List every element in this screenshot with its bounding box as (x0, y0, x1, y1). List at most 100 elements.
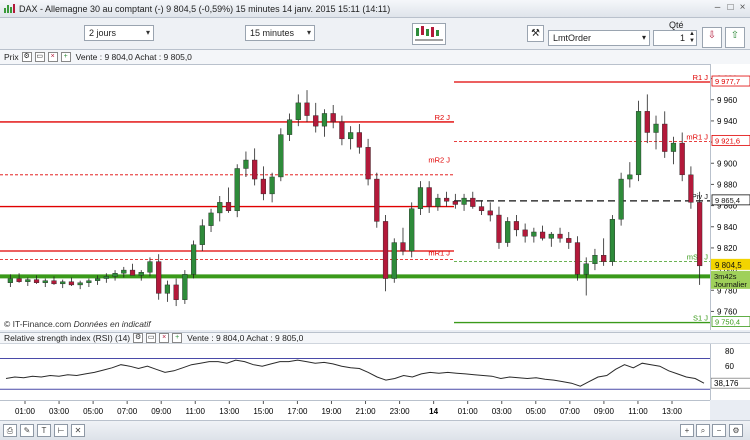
price-tick-label: 9 820 (717, 244, 738, 253)
rsi-panel-quote: Vente : 9 804,0 Achat : 9 805,0 (187, 333, 304, 343)
candle-body (86, 280, 92, 283)
candle-body (234, 168, 240, 212)
wrench-icon[interactable]: ⚒ (527, 25, 544, 42)
chart-type-button[interactable] (412, 23, 446, 45)
add-indicator-icon[interactable]: + (172, 333, 183, 343)
candle-body (164, 284, 171, 294)
candle-body (68, 281, 75, 286)
add-indicator-icon[interactable]: + (60, 52, 71, 62)
period-select-value: 2 jours (89, 28, 117, 38)
spin-arrows-icon[interactable]: ▲ ▼ (689, 31, 695, 45)
candle-body (77, 282, 83, 286)
period-select[interactable]: 2 jours ▾ (84, 25, 154, 41)
candle-body (7, 278, 13, 283)
candle-body (557, 233, 563, 239)
candle-body (522, 229, 528, 237)
data-credit: © IT-Finance.com Données en indicatif (4, 319, 151, 329)
candle-body (190, 244, 197, 275)
close-panel-icon[interactable]: × (47, 52, 58, 62)
time-axis-svg: 01:00 03:00 05:00 07:00 09:00 11:00 13:00 15:00… (15, 401, 683, 416)
close-icon[interactable]: × (737, 3, 748, 14)
candle-body (670, 142, 677, 152)
ruler-icon[interactable]: ⊢ (54, 424, 68, 437)
candle-body (583, 263, 589, 275)
price-chart[interactable]: R2 JmR2 JmR1 J R1 JmR1 J Piv JmS1 J S1 J (0, 64, 710, 330)
candle-body (129, 269, 136, 276)
candle-body (33, 279, 40, 283)
level-label: S1 J (693, 314, 708, 323)
candle-body (470, 197, 476, 207)
price-panel-label: Prix (4, 52, 19, 62)
minimize-icon[interactable]: – (712, 3, 723, 14)
settings-icon[interactable]: ⚙ (729, 424, 743, 437)
buy-button[interactable]: ⇧ (725, 27, 745, 48)
time-tick-label: 09:00 (594, 407, 615, 416)
time-tick-label: 11:00 (186, 407, 206, 416)
sell-button[interactable]: ⇩ (702, 27, 722, 48)
candle-body (60, 281, 66, 285)
time-tick-label: 03:00 (49, 407, 70, 416)
interval-select-value: 15 minutes (250, 28, 295, 38)
candle-body (496, 214, 502, 243)
time-tick-label: 01:00 (458, 407, 479, 416)
candle-body (688, 174, 694, 203)
zoom-out-icon[interactable]: − (712, 424, 726, 437)
price-tick-label: 9 760 (717, 307, 738, 316)
zoom-in-icon[interactable]: + (680, 424, 694, 437)
draw-tool-icon[interactable]: ✎ (20, 424, 34, 437)
rsi-value-label: 38,176 (714, 379, 739, 388)
candle-body (42, 280, 48, 283)
order-type-select[interactable]: LmtOrder ▾ (548, 30, 650, 46)
bottom-toolbar: ⎙ ✎ T ⊢ ✕ + ⌕ − ⚙ (0, 420, 750, 440)
candle-body (95, 278, 101, 281)
candle-body (339, 121, 345, 140)
text-tool-icon[interactable]: T (37, 424, 51, 437)
window-titlebar: DAX - Allemagne 30 au comptant (-) 9 804… (0, 0, 750, 18)
interval-select[interactable]: 15 minutes ▾ (245, 25, 315, 41)
level-value-label: 9 750,4 (715, 318, 740, 327)
rsi-chart[interactable] (0, 344, 710, 400)
candle-body (635, 111, 642, 176)
candle-body (25, 279, 31, 282)
rsi-axis: 80604038,176 (710, 344, 750, 400)
candle-body (286, 119, 293, 135)
candle-body (365, 147, 371, 180)
magnifier-icon[interactable]: ⌕ (696, 424, 710, 437)
time-tick-label: 09:00 (151, 407, 172, 416)
trash-icon[interactable]: ✕ (71, 424, 85, 437)
candle-body (548, 233, 554, 239)
time-tick-label: 05:00 (83, 407, 104, 416)
candle-body (461, 197, 467, 205)
candle-body (531, 231, 537, 237)
price-panel-header: Prix ⚙ ▭ × + Vente : 9 804,0 Achat : 9 8… (0, 50, 750, 64)
candle-body (566, 238, 572, 243)
candle-body (321, 113, 328, 127)
candle-body (243, 159, 249, 169)
candle-body (618, 178, 624, 220)
candle-body (374, 178, 380, 222)
candle-body (173, 284, 179, 300)
time-tick-label: 14 (429, 407, 438, 416)
candle-body (679, 142, 685, 176)
candle-body (278, 134, 284, 178)
quantity-stepper[interactable]: 1 ▲ ▼ (653, 30, 697, 46)
print-icon[interactable]: ⎙ (3, 424, 17, 437)
screen-icon[interactable]: ▭ (34, 52, 45, 62)
time-tick-label: 03:00 (492, 407, 513, 416)
close-panel-icon[interactable]: × (159, 333, 170, 343)
maximize-icon[interactable]: □ (725, 3, 736, 14)
candle-body (313, 115, 319, 127)
time-tick-label: 13:00 (219, 407, 240, 416)
settings-icon[interactable]: ⚙ (133, 333, 144, 343)
level-value-label: 9 921,6 (715, 136, 740, 145)
settings-icon[interactable]: ⚙ (21, 52, 32, 62)
screen-icon[interactable]: ▭ (146, 333, 157, 343)
candle-body (156, 261, 162, 294)
timeframe-label: Journalier (714, 280, 747, 289)
level-label: R2 J (435, 113, 451, 122)
candle-body (653, 123, 659, 133)
time-tick-label: 07:00 (117, 407, 138, 416)
candle-body (51, 280, 57, 285)
rsi-panel-label: Relative strength index (RSI) (14) (4, 333, 131, 343)
quantity-value: 1 (679, 33, 685, 43)
